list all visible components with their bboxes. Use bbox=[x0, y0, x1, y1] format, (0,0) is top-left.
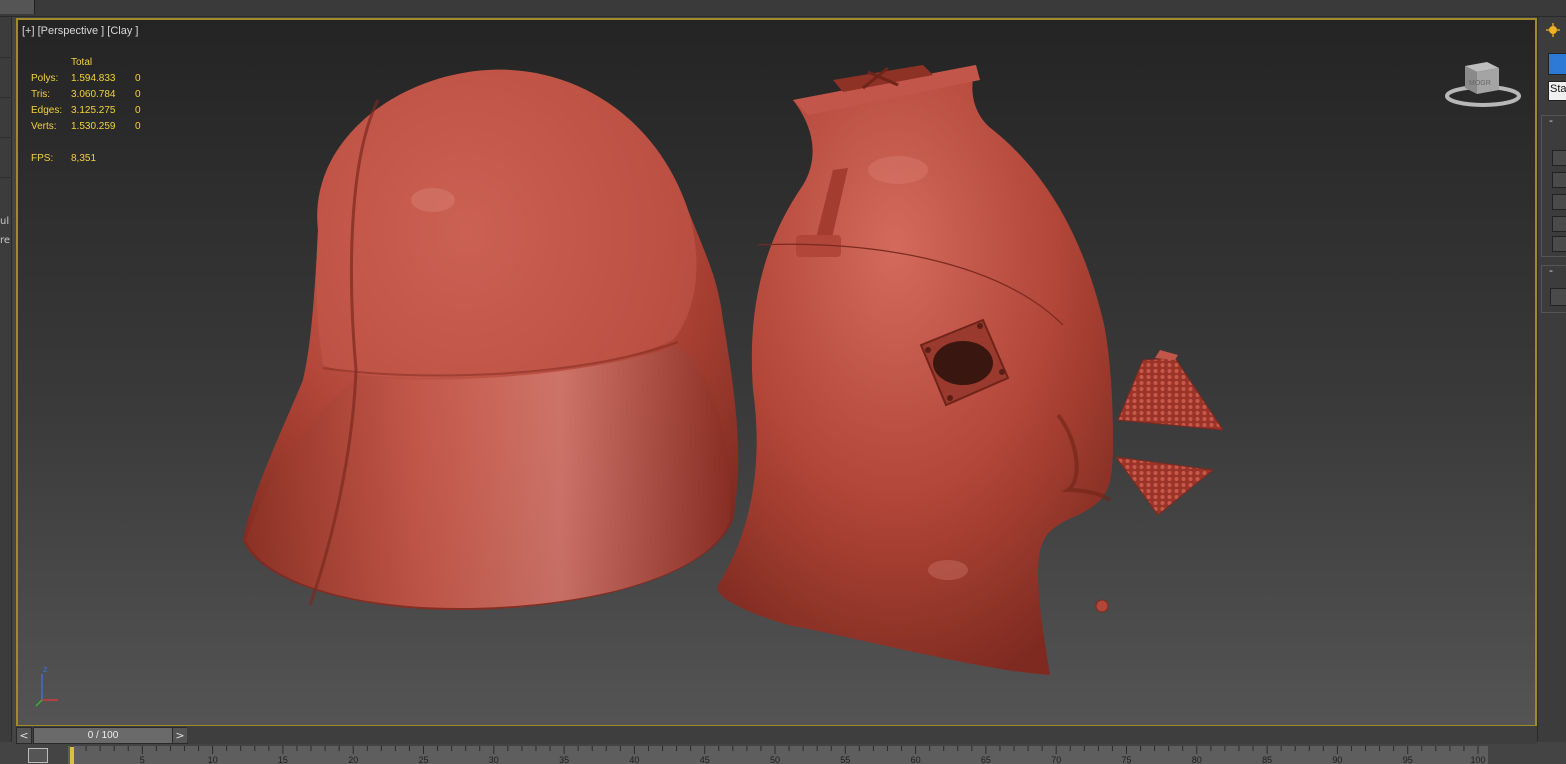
ruler-tick-label: 70 bbox=[1051, 755, 1061, 764]
sun-icon[interactable] bbox=[1546, 23, 1560, 37]
fps-value: 8,351 bbox=[71, 153, 97, 164]
stats-extra: 0 bbox=[135, 121, 141, 132]
axis-tripod-icon: z bbox=[35, 664, 58, 707]
ruler-tick-label: 85 bbox=[1262, 755, 1272, 764]
mesh-piece-upper[interactable] bbox=[1117, 350, 1224, 431]
divider bbox=[0, 57, 10, 58]
stats-value: 1.530.259 bbox=[71, 121, 116, 132]
stats-row: Edges: 3.125.275 0 bbox=[31, 103, 141, 119]
fps-key: FPS: bbox=[31, 153, 54, 164]
rollout-panel: - bbox=[1541, 114, 1566, 257]
ruler-tick-label: 20 bbox=[348, 755, 358, 764]
helmet-dome-model[interactable] bbox=[243, 69, 739, 610]
divider bbox=[0, 97, 10, 98]
stats-extra: 0 bbox=[135, 105, 141, 116]
stats-row: Polys: 1.594.833 0 bbox=[31, 71, 141, 87]
stats-header: Total bbox=[71, 57, 93, 68]
ruler-tick-label: 30 bbox=[489, 755, 499, 764]
rollout-button[interactable] bbox=[1550, 288, 1566, 306]
perspective-viewport[interactable]: [+] [Perspective ] [Clay ] Total Polys: 1… bbox=[16, 18, 1537, 727]
stats-key: Edges: bbox=[31, 105, 63, 116]
rollout-panel: - bbox=[1541, 264, 1566, 313]
command-panel: Sta - - bbox=[1537, 17, 1566, 742]
ruler-tick-label: 15 bbox=[278, 755, 288, 764]
stats-row: Verts: 1.530.259 0 bbox=[31, 119, 141, 135]
ruler-tick-label: 75 bbox=[1121, 755, 1131, 764]
ruler-tick-label: 60 bbox=[911, 755, 921, 764]
ruler-tick-label: 35 bbox=[559, 755, 569, 764]
stats-value: 3.125.275 bbox=[71, 105, 116, 116]
ruler-tick-label: 55 bbox=[840, 755, 850, 764]
stats-value: 1.594.833 bbox=[71, 73, 116, 84]
svg-text:z: z bbox=[43, 664, 48, 674]
time-slider-bar: < 0 / 100 > bbox=[16, 726, 1537, 744]
ruler-tick-label: 5 bbox=[140, 755, 145, 764]
next-frame-button[interactable]: > bbox=[172, 727, 188, 744]
sphere-button[interactable] bbox=[1548, 53, 1566, 75]
ruler-tick-label: 45 bbox=[700, 755, 710, 764]
viewcube-icon[interactable]: MOGR bbox=[1443, 52, 1523, 108]
rollout-button[interactable] bbox=[1552, 194, 1566, 210]
stats-extra: 0 bbox=[135, 73, 141, 84]
rollout-toggle[interactable]: - bbox=[1549, 114, 1553, 127]
stats-key: Verts: bbox=[31, 121, 57, 132]
viewcube-label: MOGR bbox=[1469, 80, 1491, 87]
previous-frame-button[interactable]: < bbox=[16, 727, 32, 744]
rollout-button[interactable] bbox=[1552, 150, 1566, 166]
top-bar bbox=[0, 0, 1566, 17]
divider bbox=[0, 177, 10, 178]
statistics-overlay: Total Polys: 1.594.833 0 Tris: 3.060.784 0 E… bbox=[31, 55, 141, 167]
scene-render bbox=[243, 65, 1224, 675]
left-panel-label: ul bbox=[0, 216, 10, 227]
ruler-tick-label: 25 bbox=[418, 755, 428, 764]
rollout-button[interactable] bbox=[1552, 236, 1566, 252]
ruler-tick-label: 50 bbox=[770, 755, 780, 764]
stats-key: Tris: bbox=[31, 89, 51, 100]
ruler-tick-label: 90 bbox=[1332, 755, 1342, 764]
ruler-tick-label: 80 bbox=[1192, 755, 1202, 764]
curve-editor-icon[interactable] bbox=[28, 748, 48, 763]
time-slider[interactable]: 0 / 100 bbox=[33, 727, 173, 744]
top-tab[interactable] bbox=[0, 0, 35, 14]
small-part-model[interactable] bbox=[1095, 599, 1109, 613]
stats-extra: 0 bbox=[135, 89, 141, 100]
type-dropdown[interactable]: Sta bbox=[1548, 81, 1566, 101]
ruler-tick-label: 95 bbox=[1403, 755, 1413, 764]
ruler-tick-label: 65 bbox=[981, 755, 991, 764]
dropdown-value: Sta bbox=[1550, 83, 1566, 95]
stats-value: 3.060.784 bbox=[71, 89, 116, 100]
track-bar: 0510152025303540455055606570758085909510… bbox=[0, 745, 1566, 764]
left-panel-label: re bbox=[0, 235, 11, 246]
rollout-button[interactable] bbox=[1552, 172, 1566, 188]
left-panel: ul re bbox=[0, 17, 12, 742]
ruler-tick-label: 40 bbox=[629, 755, 639, 764]
stats-row: Tris: 3.060.784 0 bbox=[31, 87, 141, 103]
helmet-face-model[interactable] bbox=[717, 65, 1113, 675]
time-slider-track[interactable] bbox=[187, 727, 1535, 742]
current-frame-marker[interactable] bbox=[70, 747, 74, 764]
mesh-piece-lower[interactable] bbox=[1114, 456, 1215, 516]
ruler-tick-label: 100 bbox=[1470, 755, 1485, 764]
rollout-toggle[interactable]: - bbox=[1549, 264, 1553, 277]
ruler-tick-label: 10 bbox=[208, 755, 218, 764]
rollout-button[interactable] bbox=[1552, 216, 1566, 232]
divider bbox=[0, 137, 10, 138]
viewport-label[interactable]: [+] [Perspective ] [Clay ] bbox=[22, 25, 138, 37]
track-bar-ruler[interactable]: 0510152025303540455055606570758085909510… bbox=[68, 746, 1488, 764]
stats-key: Polys: bbox=[31, 73, 59, 84]
